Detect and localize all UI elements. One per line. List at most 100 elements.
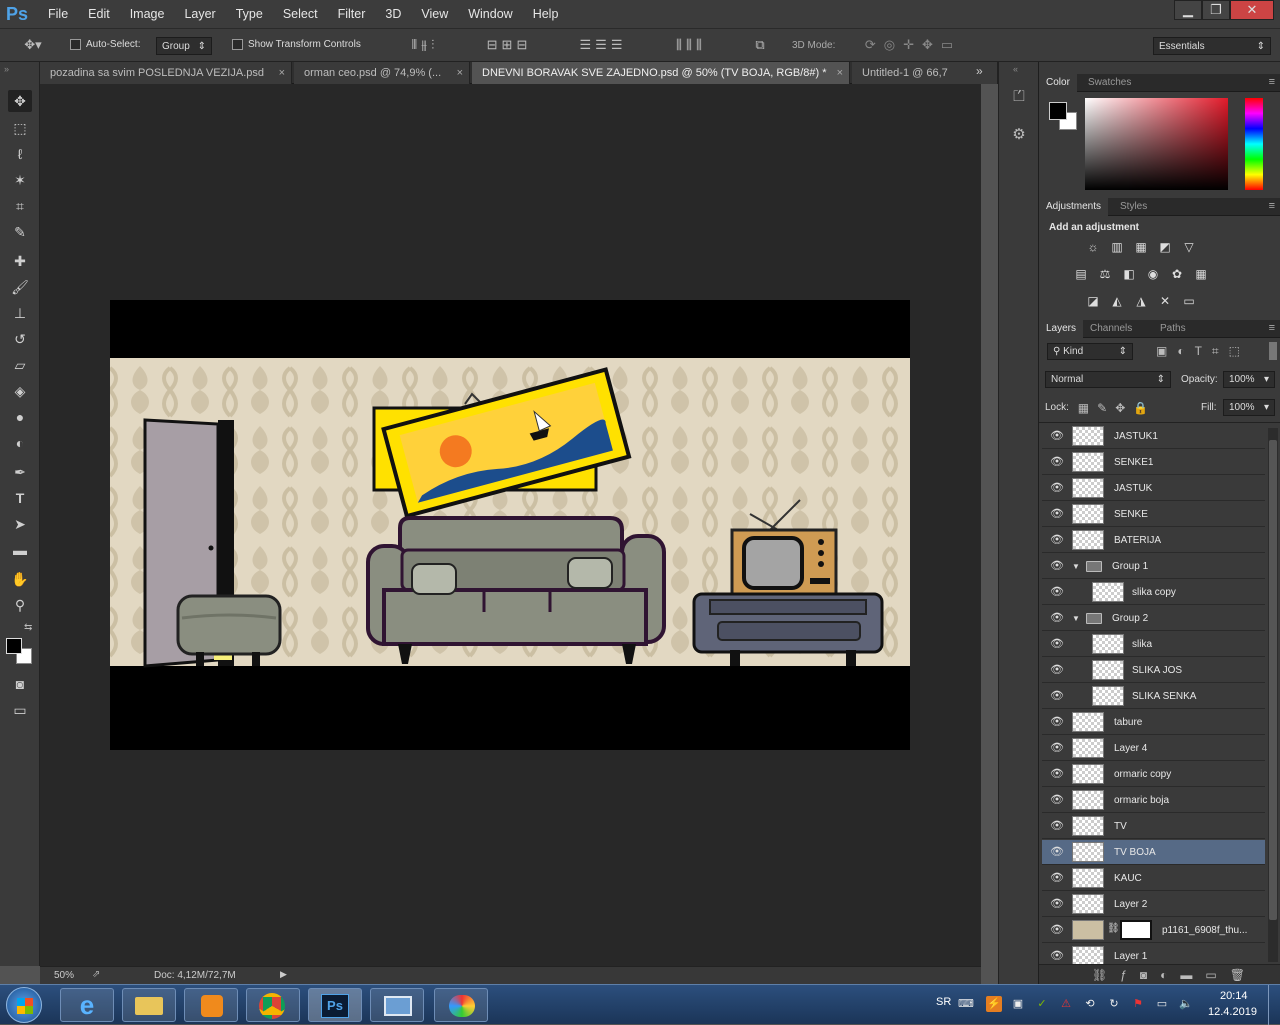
mask-link-icon[interactable]: ⛓ (1107, 923, 1120, 934)
visibility-eye-icon[interactable]: 👁 (1050, 689, 1064, 703)
show-desktop-button[interactable] (1268, 985, 1280, 1025)
menu-type[interactable]: Type (226, 0, 273, 28)
black-white-icon[interactable]: ◧ (1121, 267, 1137, 281)
layer-row[interactable]: 👁 TV (1042, 814, 1265, 839)
healing-brush-tool-icon[interactable]: ✚ (8, 250, 32, 272)
show-transform-checkbox[interactable]: Show Transform Controls (232, 39, 361, 50)
visibility-eye-icon[interactable]: 👁 (1050, 897, 1064, 911)
distribute-horizontal-icons[interactable]: ⫼⫼⫼ (656, 38, 726, 52)
status-export-icon[interactable]: ⇗ (92, 969, 100, 980)
layer-row[interactable]: 👁 ⛓ p1161_6908f_thu... (1042, 918, 1265, 943)
color-balance-icon[interactable]: ⚖ (1097, 267, 1113, 281)
close-tab-icon[interactable]: × (837, 62, 843, 84)
menu-view[interactable]: View (411, 0, 458, 28)
rectangle-tool-icon[interactable]: ▬ (8, 539, 32, 561)
layer-row[interactable]: 👁 SLIKA SENKA (1042, 684, 1265, 709)
history-brush-tool-icon[interactable]: ↺ (8, 328, 32, 350)
tab-channels[interactable]: Channels (1083, 320, 1139, 338)
document-tab-1[interactable]: pozadina sa svim POSLEDNJA VEZIJA.psd × (40, 62, 292, 84)
tab-adjustments[interactable]: Adjustments (1039, 198, 1109, 216)
type-tool-icon[interactable]: T (8, 487, 32, 509)
group-expand-icon[interactable]: ▼ (1072, 606, 1080, 631)
move-tool-icon[interactable]: ✥ (8, 90, 32, 112)
taskbar-media-player-icon[interactable] (184, 988, 238, 1022)
layer-filter-dropdown[interactable]: ⚲ Kind ⇕ (1047, 343, 1133, 360)
visibility-eye-icon[interactable]: 👁 (1050, 741, 1064, 755)
curves-icon[interactable]: ▦ (1133, 240, 1149, 254)
close-button[interactable]: ✕ (1230, 0, 1274, 20)
dodge-tool-icon[interactable]: ◐ (8, 432, 32, 454)
visibility-eye-icon[interactable]: 👁 (1050, 481, 1064, 495)
layer-row[interactable]: 👁 ormaric boja (1042, 788, 1265, 813)
selective-color-icon[interactable]: ✕ (1157, 294, 1173, 308)
visibility-eye-icon[interactable]: 👁 (1050, 949, 1064, 963)
scrollbar-thumb[interactable] (1269, 440, 1277, 920)
layer-row[interactable]: 👁 ▼ Group 2 (1042, 606, 1265, 631)
layer-row[interactable]: 👁 slika (1042, 632, 1265, 657)
tray-update-icon[interactable]: ↻ (1106, 996, 1122, 1012)
visibility-eye-icon[interactable]: 👁 (1050, 663, 1064, 677)
menu-image[interactable]: Image (120, 0, 175, 28)
visibility-eye-icon[interactable]: 👁 (1050, 767, 1064, 781)
channel-mixer-icon[interactable]: ✿ (1169, 267, 1185, 281)
path-selection-tool-icon[interactable]: ➤ (8, 513, 32, 535)
clone-stamp-tool-icon[interactable]: ⊥ (8, 302, 32, 324)
history-panel-icon[interactable]: ⏍ (1009, 89, 1029, 104)
tab-swatches[interactable]: Swatches (1081, 74, 1138, 92)
pen-tool-icon[interactable]: ✒ (8, 461, 32, 483)
panel-menu-icon[interactable]: ≡ (1269, 200, 1275, 212)
menu-file[interactable]: File (38, 0, 78, 28)
tabs-overflow-icon[interactable]: » (976, 64, 983, 78)
visibility-eye-icon[interactable]: 👁 (1050, 533, 1064, 547)
layers-scrollbar[interactable] (1268, 428, 1278, 962)
align-vertical-icons[interactable]: ⊟⊞⊟ (474, 38, 544, 52)
tab-paths[interactable]: Paths (1153, 320, 1193, 338)
layer-row[interactable]: 👁 ▼ Group 1 (1042, 554, 1265, 579)
visibility-eye-icon[interactable]: 👁 (1050, 845, 1064, 859)
lasso-tool-icon[interactable]: ℓ (8, 143, 32, 165)
eyedropper-tool-icon[interactable]: ✎ (8, 221, 32, 243)
align-icons[interactable]: ⫴⫵⫶ (390, 38, 460, 52)
eraser-tool-icon[interactable]: ▱ (8, 354, 32, 376)
network-icon[interactable]: ▭ (1154, 996, 1170, 1012)
panel-menu-icon[interactable]: ≡ (1269, 322, 1275, 334)
exposure-icon[interactable]: ◩ (1157, 240, 1173, 254)
layer-row[interactable]: 👁 Layer 2 (1042, 892, 1265, 917)
filter-toggle[interactable] (1269, 342, 1277, 360)
close-tab-icon[interactable]: × (457, 62, 463, 84)
taskbar-chrome-icon[interactable] (246, 988, 300, 1022)
layer-row[interactable]: 👁 JASTUK1 (1042, 424, 1265, 449)
menu-help[interactable]: Help (523, 0, 569, 28)
photo-filter-icon[interactable]: ◉ (1145, 267, 1161, 281)
menu-edit[interactable]: Edit (78, 0, 120, 28)
menu-filter[interactable]: Filter (328, 0, 376, 28)
opacity-field[interactable]: 100% ▾ (1223, 371, 1275, 388)
close-tab-icon[interactable]: × (279, 62, 285, 84)
tab-layers[interactable]: Layers (1039, 320, 1084, 338)
brightness-contrast-icon[interactable]: ☼ (1085, 240, 1101, 254)
visibility-eye-icon[interactable]: 👁 (1050, 923, 1064, 937)
blend-mode-dropdown[interactable]: Normal ⇕ (1045, 371, 1171, 388)
taskbar-ie-icon[interactable]: e (60, 988, 114, 1022)
layer-footer-icons[interactable]: ⛓ƒ◙◐▬▭🗑 (1075, 968, 1275, 982)
visibility-eye-icon[interactable]: 👁 (1050, 559, 1064, 573)
levels-icon[interactable]: ▥ (1109, 240, 1125, 254)
layer-row[interactable]: 👁 Layer 1 (1042, 944, 1265, 964)
collapse-icon[interactable]: » (4, 64, 9, 74)
taskbar-photoshop-icon[interactable]: Ps (308, 988, 362, 1022)
properties-panel-icon[interactable]: ⚙ (1009, 127, 1029, 142)
auto-align-icon[interactable]: ⧉ (750, 38, 770, 52)
tray-security-icon[interactable]: ⚠ (1058, 996, 1074, 1012)
document-tab-2[interactable]: orman ceo.psd @ 74,9% (... × (294, 62, 470, 84)
blur-tool-icon[interactable]: ● (8, 406, 32, 428)
layer-row[interactable]: 👁 slika copy (1042, 580, 1265, 605)
menu-select[interactable]: Select (273, 0, 328, 28)
layer-row[interactable]: 👁 ormaric copy (1042, 762, 1265, 787)
zoom-level[interactable]: 50% (54, 970, 74, 981)
layer-row[interactable]: 👁 SENKE1 (1042, 450, 1265, 475)
status-menu-arrow-icon[interactable]: ▶ (280, 969, 287, 980)
color-fg-swatch-front[interactable] (1049, 102, 1067, 120)
auto-select-dropdown[interactable]: Group ⇕ (156, 37, 212, 55)
color-picker-field[interactable] (1085, 98, 1228, 190)
hue-slider[interactable] (1245, 98, 1263, 190)
